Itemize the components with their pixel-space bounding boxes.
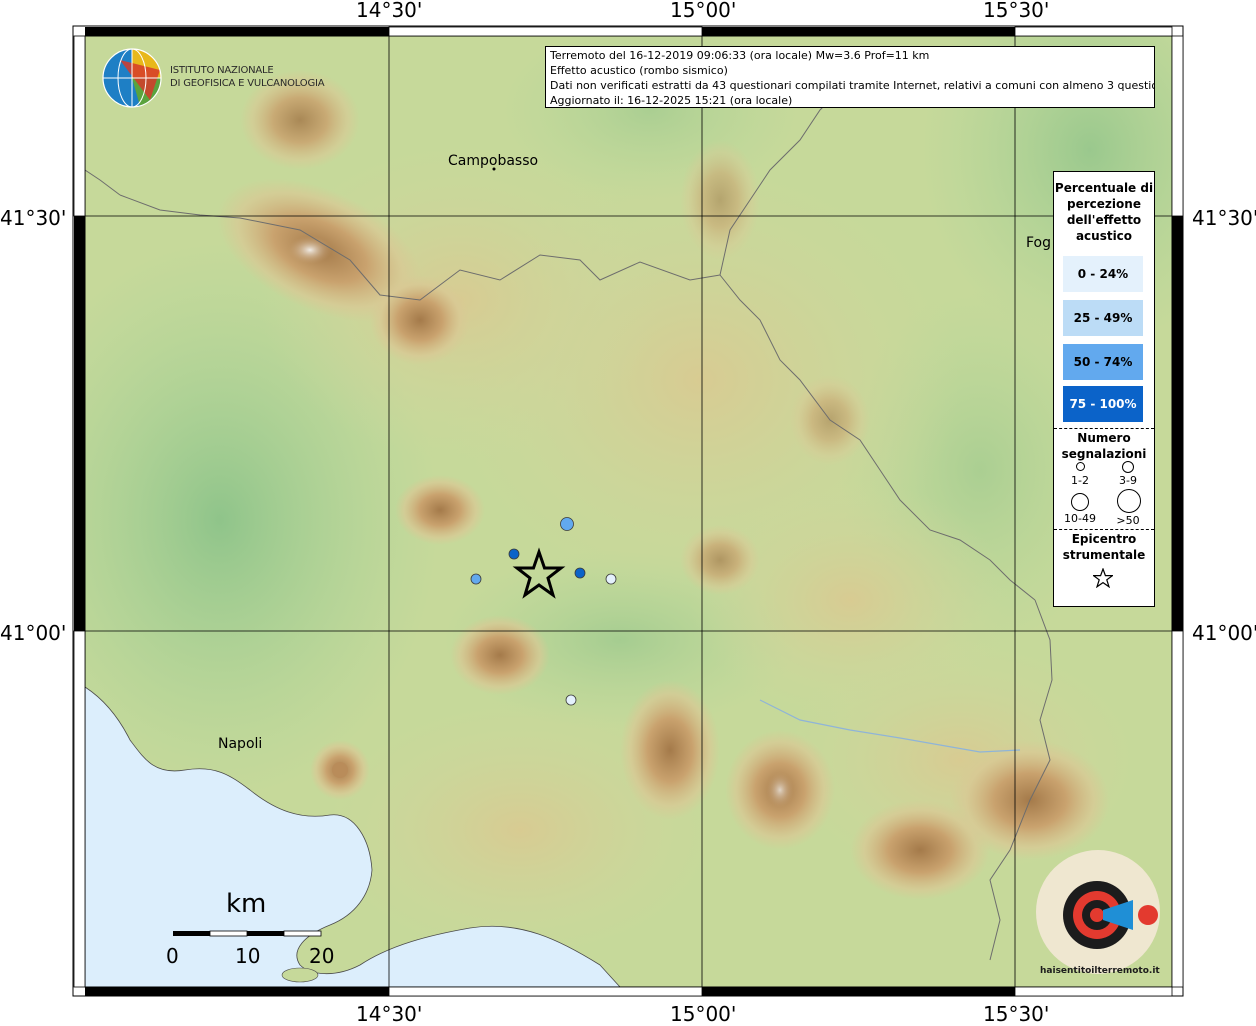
ingv-line-2: DI GEOFISICA E VULCANOLOGIA [170,78,325,89]
bottom-tick-label: 15°00' [670,1002,737,1026]
legend-divider [1054,428,1154,429]
left-tick-label: 41°30' [0,206,67,230]
mountain [680,525,760,595]
legend-divider [1054,529,1154,530]
mountain-peak [288,236,332,264]
mountain [450,615,550,695]
place-foggia: Fog [1026,235,1052,251]
survey-point[interactable] [605,573,617,585]
count-label-3-9: 3-9 [1119,474,1137,487]
top-tick-label: 14°30' [356,0,423,22]
legend-star-icon [1093,568,1113,588]
legend-epicenter-title: Epicentro strumentale [1062,532,1146,562]
ingv-line-1: ISTITUTO NAZIONALE [170,65,274,76]
count-label-50: >50 [1116,514,1140,527]
vesuvius-crater [332,762,348,778]
info-line-2: Effetto acustico (rombo sismico) [550,64,728,77]
haisentito-logo [1036,850,1160,974]
bottom-tick-label: 14°30' [356,1002,423,1026]
scale-label: 10 [235,944,261,968]
mountain [620,680,720,820]
mountain [395,475,485,545]
count-circle-large [1071,493,1089,511]
legend-class-0-24: 0 - 24% [1063,256,1143,292]
ingv-logo [102,48,162,108]
legend-class-25-49: 25 - 49% [1063,300,1143,336]
info-line-3: Dati non verificati estratti da 43 quest… [550,79,1155,92]
count-label-1-2: 1-2 [1071,474,1089,487]
scale-unit: km [226,889,267,919]
top-tick-label: 15°00' [670,0,737,22]
mountain [370,275,470,365]
top-tick-label: 15°30' [983,0,1050,22]
survey-point[interactable] [470,573,482,585]
scale-bar [173,930,322,937]
legend: Percentuale di percezione dell'effetto a… [1053,171,1155,607]
scale-label: 0 [166,944,179,968]
scale-label: 20 [309,944,335,968]
right-tick-label: 41°30' [1192,206,1256,230]
survey-point[interactable] [574,567,586,579]
count-circle-medium [1122,461,1134,473]
right-tick-label: 41°00' [1192,621,1256,645]
legend-title: Percentuale di percezione dell'effetto a… [1054,181,1154,243]
info-line-1: Terremoto del 16-12-2019 09:06:33 (ora l… [550,49,930,62]
count-circle-small [1076,462,1085,471]
ingv-logo-text: ISTITUTO NAZIONALE DI GEOFISICA E VULCAN… [170,64,325,90]
left-tick-label: 41°00' [0,621,67,645]
mountain-peak [766,772,794,808]
island [281,967,319,983]
legend-count-title: Numero segnalazioni [1061,431,1147,461]
mountain [680,140,760,260]
survey-point[interactable] [508,548,520,560]
info-line-4: Aggiornato il: 16-12-2025 15:21 (ora loc… [550,94,793,107]
info-box: Terremoto del 16-12-2019 09:06:33 (ora l… [545,46,1155,108]
bottom-tick-label: 15°30' [983,1002,1050,1026]
legend-class-50-74: 50 - 74% [1063,344,1143,380]
haisentito-logo-text: haisentitoilterremoto.it www. [1040,966,1160,976]
count-label-10-49: 10-49 [1064,512,1096,525]
place-campobasso: Campobasso [448,153,539,169]
count-circle-xlarge [1117,489,1141,513]
legend-class-75-100: 75 - 100% [1063,386,1143,422]
survey-point[interactable] [565,694,577,706]
survey-point[interactable] [560,517,574,531]
place-napoli: Napoli [218,736,263,752]
